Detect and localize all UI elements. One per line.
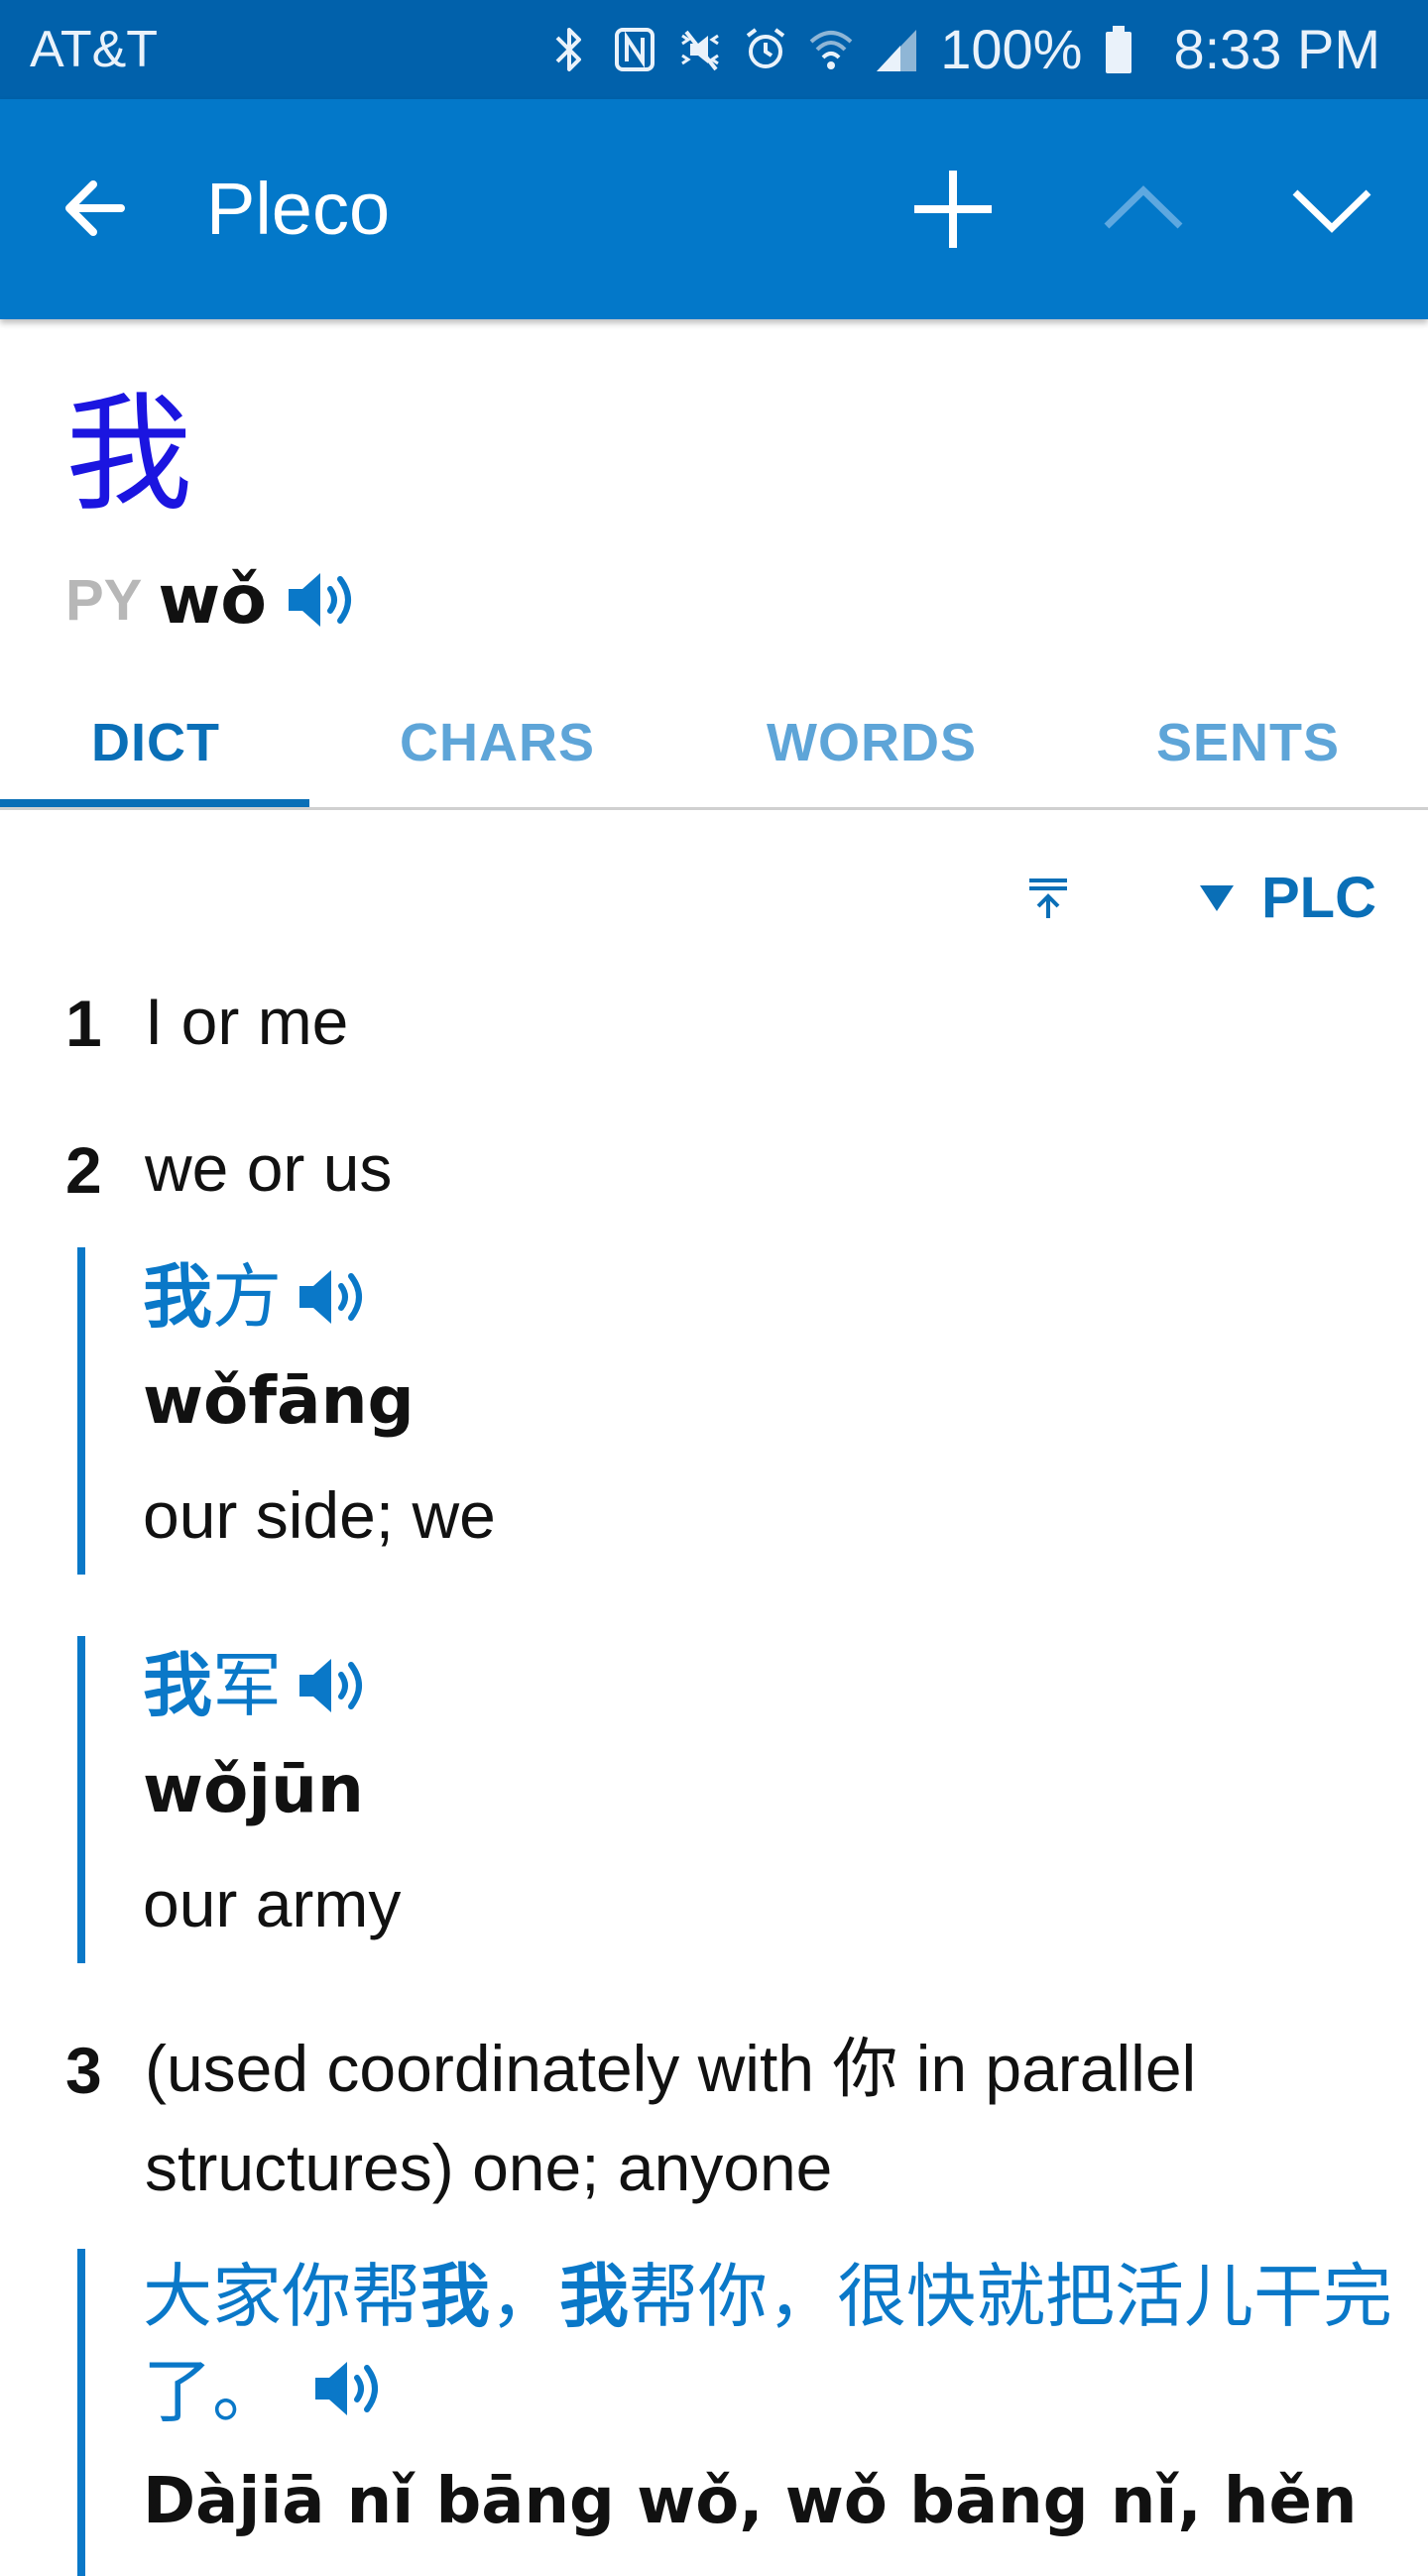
speaker-icon[interactable] [285, 565, 360, 635]
example-hanzi[interactable]: 我军 [143, 1636, 401, 1735]
example-pinyin-part: , [739, 2465, 785, 2538]
speaker-icon[interactable] [296, 1262, 371, 1332]
clock: 8:33 PM [1173, 18, 1380, 80]
example-pinyin-part: Dàjiā nǐ bāng [143, 2465, 638, 2538]
example-english: our side; we [143, 1478, 496, 1552]
example-hanzi-bold: 我 [420, 2256, 490, 2337]
tab-chars[interactable]: CHARS [400, 712, 595, 773]
example-hanzi-rest: 方 [212, 1256, 282, 1338]
definition-number: 3 [65, 2034, 102, 2107]
nfc-icon [615, 28, 655, 71]
chevron-down-icon[interactable] [1287, 165, 1376, 254]
example-pinyin: wǒfāng [143, 1362, 415, 1439]
jump-to-top-icon[interactable] [1025, 877, 1071, 922]
vibrate-icon [681, 30, 720, 71]
example-pinyin-bold: wǒ [637, 2465, 740, 2538]
example-hanzi-rest: 军 [212, 1645, 282, 1726]
bluetooth-icon [555, 28, 582, 71]
example-pinyin-part: bāng nǐ, hěn [887, 2465, 1358, 2538]
dictionary-label: PLC [1261, 866, 1376, 930]
wifi-icon [809, 31, 853, 69]
pinyin-row: PY wǒ [65, 560, 360, 640]
headword: 我 [65, 381, 193, 528]
example-block: 我军 wǒjūn our army [77, 1636, 401, 1963]
add-icon[interactable] [908, 165, 998, 254]
example-hanzi-bold: 我 [143, 1256, 212, 1338]
dropdown-triangle-icon [1200, 884, 1234, 911]
carrier-label: AT&T [30, 21, 159, 78]
dictionary-selector[interactable]: PLC [1198, 865, 1376, 931]
definition-text: we or us [145, 1131, 393, 1205]
example-hanzi-bold: 我 [559, 2256, 629, 2337]
example-block: 大家你帮我，我帮你，很快就把活儿干完了。 Dàjiā nǐ bāng wǒ, w… [77, 2249, 1392, 2576]
status-bar: AT&T 100% 8:33 PM [0, 0, 1428, 99]
definition-number: 2 [65, 1133, 102, 1207]
speaker-icon[interactable] [311, 2354, 387, 2423]
headword-pinyin: wǒ [158, 560, 267, 640]
battery-percent: 100% [940, 18, 1083, 80]
example-hanzi[interactable]: 我方 [143, 1247, 496, 1347]
definition-number: 1 [65, 987, 102, 1060]
example-pinyin: Dàjiā nǐ bāng wǒ, wǒ bāng nǐ, hěn [143, 2447, 1392, 2556]
signal-icon [877, 30, 917, 71]
tab-bar: DICT CHARS WORDS SENTS [0, 684, 1428, 810]
example-block: 我方 wǒfāng our side; we [77, 1247, 496, 1575]
battery-icon [1106, 26, 1132, 73]
active-tab-indicator [0, 799, 309, 807]
definition-text: (used coordinately with 你 in parallel st… [145, 2032, 1197, 2204]
tab-words[interactable]: WORDS [767, 712, 977, 773]
definition-text: I or me [145, 985, 349, 1058]
app-bar: Pleco [0, 99, 1428, 319]
example-english: our army [143, 1867, 402, 1940]
example-hanzi-part: 大家你帮 [143, 2256, 420, 2337]
alarm-icon [747, 28, 785, 68]
back-arrow-icon[interactable] [56, 169, 135, 248]
speaker-icon[interactable] [296, 1651, 371, 1720]
example-pinyin-bold: wǒ [784, 2465, 888, 2538]
tab-sents[interactable]: SENTS [1156, 712, 1340, 773]
example-hanzi-part: ， [490, 2256, 559, 2337]
pinyin-tag: PY [65, 567, 143, 633]
app-title: Pleco [206, 168, 391, 250]
tab-dict[interactable]: DICT [91, 712, 220, 773]
status-icons: 100% 8:33 PM [547, 14, 1380, 85]
example-hanzi-bold: 我 [143, 1645, 212, 1726]
chevron-up-icon[interactable] [1099, 165, 1188, 254]
example-hanzi[interactable]: 大家你帮我，我帮你，很快就把活儿干完了。 [143, 2249, 1392, 2439]
example-pinyin: wǒjūn [143, 1751, 364, 1827]
